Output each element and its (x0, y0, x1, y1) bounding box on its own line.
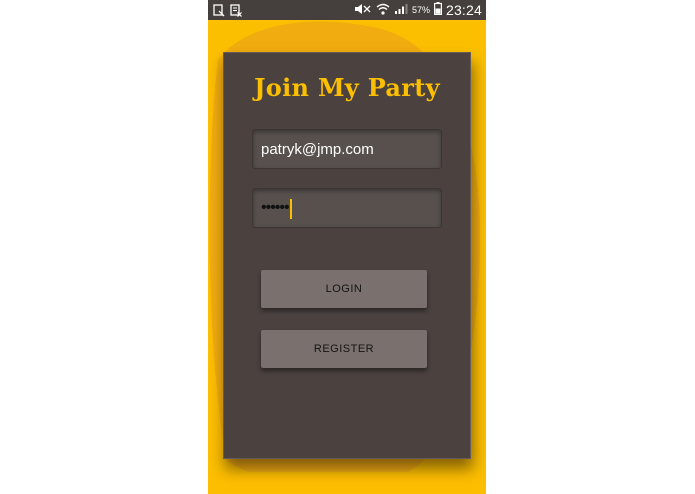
battery-percent: 57% (411, 5, 430, 15)
notification-cleared-icon (230, 2, 242, 21)
mute-icon (354, 3, 372, 18)
battery-icon (433, 2, 442, 18)
signal-icon (394, 3, 408, 18)
phone-screen: 57% 23:24 Join My Party LOGIN REGISTER (208, 0, 486, 494)
status-clock: 23:24 (445, 2, 482, 18)
status-bar: 57% 23:24 (208, 0, 486, 20)
wifi-icon (376, 3, 390, 18)
login-button[interactable]: LOGIN (261, 270, 427, 308)
login-card: Join My Party LOGIN REGISTER (223, 52, 471, 459)
password-input[interactable] (253, 189, 441, 227)
screenshot-icon (213, 2, 225, 21)
app-title: Join My Party (254, 73, 440, 102)
email-input[interactable] (253, 130, 441, 168)
bottom-strip (208, 472, 486, 494)
text-cursor (290, 199, 292, 219)
email-field[interactable] (252, 129, 442, 169)
password-field[interactable] (252, 188, 442, 228)
register-button[interactable]: REGISTER (261, 330, 427, 368)
